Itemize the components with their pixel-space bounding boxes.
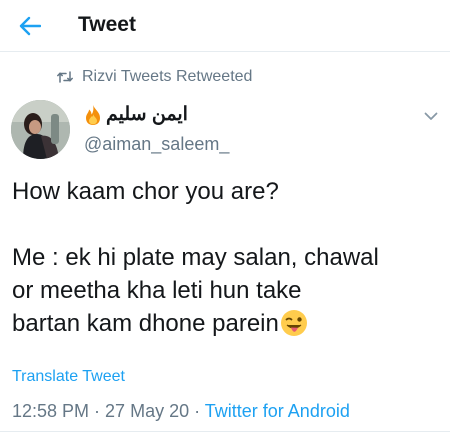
- arrow-left-icon: [19, 16, 41, 36]
- tweet-line: bartan kam dhone parein: [12, 310, 279, 337]
- tweet-line: or meetha kha leti hun take: [12, 277, 302, 304]
- back-button[interactable]: [16, 12, 44, 40]
- divider: [0, 431, 450, 432]
- chevron-down-icon: [424, 112, 438, 120]
- avatar[interactable]: [11, 100, 70, 159]
- tweet-time: 12:58 PM: [12, 401, 90, 421]
- author-handle[interactable]: @aiman_saleem_: [84, 134, 229, 155]
- author-name-row[interactable]: ایمن سلیم: [83, 103, 188, 126]
- tweet-source-link[interactable]: Twitter for Android: [205, 401, 350, 421]
- retweet-label: Rizvi Tweets Retweeted: [82, 68, 253, 85]
- tweet-line: Me : ek hi plate may salan, chawal: [12, 244, 379, 271]
- tweet-metadata: 12:58 PM · 27 May 20 · Twitter for Andro…: [12, 401, 350, 422]
- meta-separator: ·: [89, 401, 106, 421]
- author-display-name: ایمن سلیم: [106, 104, 188, 125]
- tweet-text: How kaam chor you are? Me : ek hi plate …: [12, 175, 442, 346]
- translate-tweet-link[interactable]: Translate Tweet: [12, 368, 125, 386]
- tweet-detail-screen: Tweet Rizvi Tweets Retweeted ایمن سلیم @…: [0, 0, 450, 433]
- tweet-line: How kaam chor you are?: [12, 178, 279, 205]
- fire-icon: [83, 104, 103, 126]
- top-bar: Tweet: [0, 0, 450, 52]
- winking-face-with-tongue-icon: [280, 309, 308, 346]
- page-title: Tweet: [78, 13, 136, 36]
- tweet-line-last: bartan kam dhone parein: [12, 307, 442, 346]
- retweet-icon: [57, 71, 73, 83]
- avatar-photo: [11, 100, 70, 159]
- meta-separator: ·: [189, 401, 205, 421]
- tweet-options-button[interactable]: [424, 108, 438, 126]
- retweet-indicator[interactable]: Rizvi Tweets Retweeted: [57, 68, 252, 86]
- tweet-date: 27 May 20: [105, 401, 190, 421]
